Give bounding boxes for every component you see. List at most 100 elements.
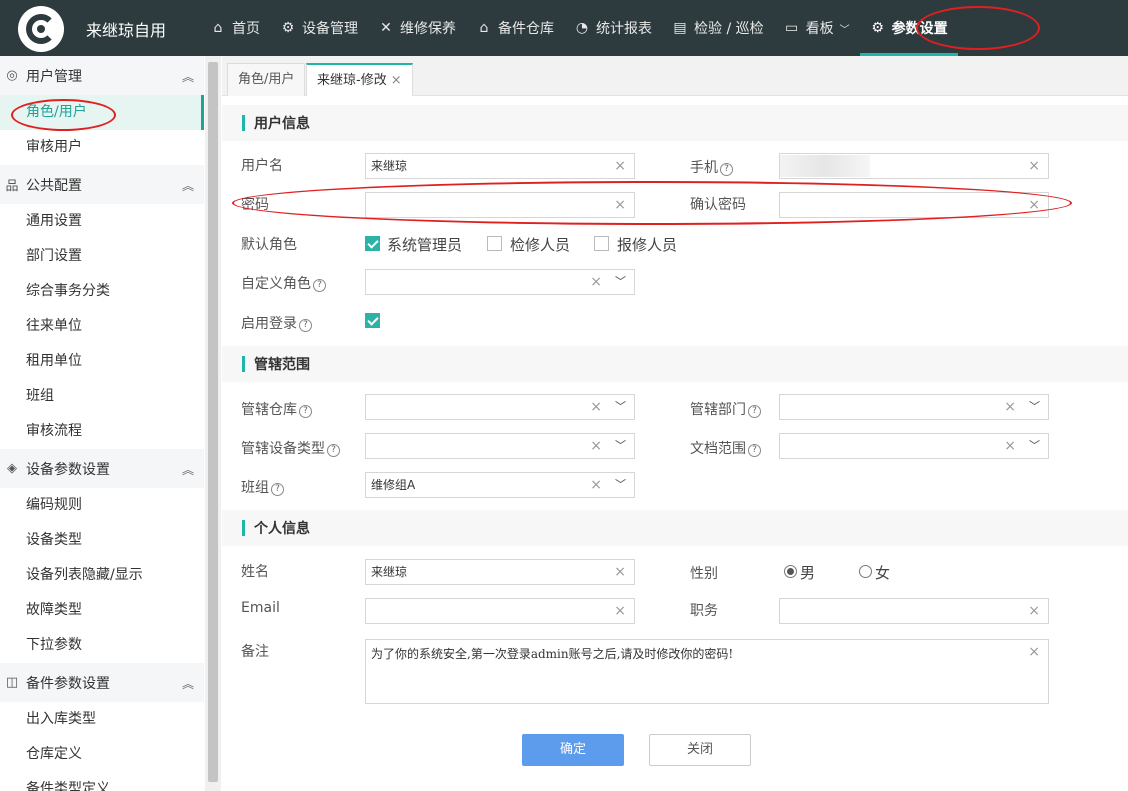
- close-icon[interactable]: ×: [391, 73, 402, 88]
- help-icon[interactable]: ?: [299, 319, 312, 332]
- clear-icon[interactable]: ×: [590, 473, 602, 497]
- sidebar-group-equipment-params[interactable]: ◈ 设备参数设置 ︽: [0, 449, 204, 488]
- sidebar-item-fault-types[interactable]: 故障类型: [0, 593, 204, 628]
- name-input[interactable]: 来继琼 ×: [365, 559, 635, 585]
- role-repair-checkbox[interactable]: [487, 236, 502, 251]
- gender-male-radio[interactable]: [784, 565, 797, 578]
- sidebar-item-coding-rules[interactable]: 编码规则: [0, 488, 204, 523]
- confirm-password-input[interactable]: ×: [779, 192, 1049, 218]
- user-circle-icon: ◎: [6, 68, 18, 83]
- confirm-password-label: 确认密码: [690, 197, 746, 213]
- remark-textarea[interactable]: 为了你的系统安全,第一次登录admin账号之后,请及时修改你的密码! ×: [365, 639, 1049, 704]
- clear-icon[interactable]: ×: [1028, 644, 1040, 660]
- nav-settings[interactable]: ⚙ 参数设置: [859, 0, 958, 56]
- department-scope-select[interactable]: × ﹀: [779, 394, 1049, 420]
- role-report-checkbox[interactable]: [594, 236, 609, 251]
- chevron-up-icon: ︽: [181, 179, 194, 193]
- sidebar-item-teams[interactable]: 班组: [0, 379, 204, 414]
- chevron-down-icon[interactable]: ﹀: [1029, 434, 1040, 458]
- enable-login-checkbox[interactable]: [365, 313, 380, 328]
- username-input[interactable]: 来继琼 ×: [365, 153, 635, 179]
- chevron-down-icon[interactable]: ﹀: [615, 395, 626, 419]
- warehouse-scope-select[interactable]: × ﹀: [365, 394, 635, 420]
- phone-input[interactable]: ×: [779, 153, 1049, 179]
- role-repair-label[interactable]: 检修人员: [510, 234, 570, 255]
- team-select[interactable]: 维修组A × ﹀: [365, 472, 635, 498]
- nav-equipment[interactable]: ⚙ 设备管理: [270, 0, 368, 56]
- clear-icon[interactable]: ×: [614, 154, 626, 178]
- gender-male-label[interactable]: 男: [800, 562, 815, 583]
- nav-inspection[interactable]: ▤ 检验 / 巡检: [662, 0, 774, 56]
- clear-icon[interactable]: ×: [1004, 434, 1016, 458]
- sidebar-item-approval-flow[interactable]: 审核流程: [0, 414, 204, 449]
- board-icon: ▭: [785, 20, 799, 36]
- confirm-button[interactable]: 确定: [522, 734, 624, 766]
- clear-icon[interactable]: ×: [590, 434, 602, 458]
- chevron-down-icon[interactable]: ﹀: [615, 473, 626, 497]
- sidebar-item-equipment-types[interactable]: 设备类型: [0, 523, 204, 558]
- scrollbar-thumb[interactable]: [208, 62, 218, 782]
- nav-board[interactable]: ▭ 看板 ﹀: [774, 0, 860, 56]
- clear-icon[interactable]: ×: [614, 193, 626, 217]
- clear-icon[interactable]: ×: [590, 270, 602, 294]
- sidebar-item-io-types[interactable]: 出入库类型: [0, 702, 204, 737]
- custom-role-select[interactable]: × ﹀: [365, 269, 635, 295]
- sidebar-group-spare-parts-params[interactable]: ◫ 备件参数设置 ︽: [0, 663, 204, 702]
- sidebar-item-warehouse-definition[interactable]: 仓库定义: [0, 737, 204, 772]
- clear-icon[interactable]: ×: [614, 560, 626, 584]
- position-input[interactable]: ×: [779, 598, 1049, 624]
- help-icon[interactable]: ?: [748, 444, 761, 457]
- chevron-down-icon[interactable]: ﹀: [615, 270, 626, 294]
- clear-icon[interactable]: ×: [1028, 193, 1040, 217]
- sidebar-item-dropdown-params[interactable]: 下拉参数: [0, 628, 204, 663]
- clear-icon[interactable]: ×: [1028, 154, 1040, 178]
- equipment-icon: ⚙: [281, 20, 295, 36]
- nav-warehouse[interactable]: ⌂ 备件仓库: [466, 0, 564, 56]
- sidebar-group-public-config[interactable]: 品公共配置 ︽: [0, 165, 204, 204]
- equipment-type-scope-select[interactable]: × ﹀: [365, 433, 635, 459]
- help-icon[interactable]: ?: [720, 163, 733, 176]
- pie-chart-icon: ◔: [575, 20, 589, 36]
- nav-maintenance[interactable]: ✕ 维修保养: [368, 0, 466, 56]
- document-scope-select[interactable]: × ﹀: [779, 433, 1049, 459]
- role-report-label[interactable]: 报修人员: [617, 234, 677, 255]
- help-icon[interactable]: ?: [299, 405, 312, 418]
- sidebar-item-affairs-category[interactable]: 综合事务分类: [0, 274, 204, 309]
- sidebar-item-review-users[interactable]: 审核用户: [0, 130, 204, 165]
- role-admin-label[interactable]: 系统管理员: [387, 234, 462, 255]
- help-icon[interactable]: ?: [271, 483, 284, 496]
- clear-icon[interactable]: ×: [590, 395, 602, 419]
- chevron-down-icon[interactable]: ﹀: [1029, 395, 1040, 419]
- password-input[interactable]: ×: [365, 192, 635, 218]
- sidebar-item-department-settings[interactable]: 部门设置: [0, 239, 204, 274]
- help-icon[interactable]: ?: [748, 405, 761, 418]
- sidebar-item-lessees[interactable]: 租用单位: [0, 344, 204, 379]
- help-icon[interactable]: ?: [313, 279, 326, 292]
- nav-home[interactable]: ⌂ 首页: [200, 0, 270, 56]
- nav-reports[interactable]: ◔ 统计报表: [564, 0, 662, 56]
- clear-icon[interactable]: ×: [614, 599, 626, 623]
- close-button[interactable]: 关闭: [649, 734, 751, 766]
- custom-role-label: 自定义角色?: [241, 273, 326, 293]
- sidebar-item-partners[interactable]: 往来单位: [0, 309, 204, 344]
- chevron-up-icon: ︽: [181, 463, 194, 477]
- sidebar-item-spare-type-definition[interactable]: 备件类型定义: [0, 772, 204, 791]
- help-icon[interactable]: ?: [327, 444, 340, 457]
- sidebar-scrollbar[interactable]: [205, 56, 221, 791]
- clear-icon[interactable]: ×: [1004, 395, 1016, 419]
- tab-roles-users[interactable]: 角色/用户: [227, 63, 306, 96]
- chevron-down-icon[interactable]: ﹀: [615, 434, 626, 458]
- sidebar: ◎ 用户管理 ︽ 角色/用户 审核用户 品公共配置 ︽ 通用设置 部门设置 综合事务分…: [0, 56, 204, 791]
- email-input[interactable]: ×: [365, 598, 635, 624]
- sidebar-item-roles-users[interactable]: 角色/用户: [0, 95, 204, 130]
- document-scope-label: 文档范围?: [690, 438, 761, 458]
- role-admin-checkbox[interactable]: [365, 236, 380, 251]
- tab-edit-user[interactable]: 来继琼-修改 ×: [306, 63, 413, 96]
- gender-female-radio[interactable]: [859, 565, 872, 578]
- sidebar-item-general-settings[interactable]: 通用设置: [0, 204, 204, 239]
- gender-female-label[interactable]: 女: [875, 562, 890, 583]
- clear-icon[interactable]: ×: [1028, 599, 1040, 623]
- app-logo[interactable]: [18, 6, 64, 52]
- sidebar-item-equipment-list-visibility[interactable]: 设备列表隐藏/显示: [0, 558, 204, 593]
- sidebar-group-user-management[interactable]: ◎ 用户管理 ︽: [0, 56, 204, 95]
